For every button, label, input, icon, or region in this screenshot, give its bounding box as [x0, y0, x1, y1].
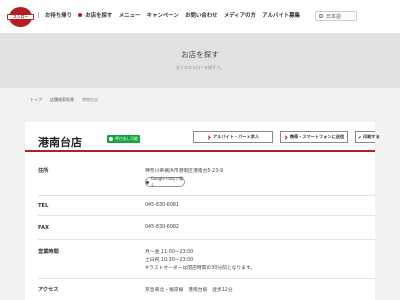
map-pin-icon	[145, 179, 150, 185]
tel-value[interactable]: 045-830-6081	[145, 203, 179, 208]
logo-text: スシロー	[7, 14, 34, 20]
chevron-right-icon	[283, 134, 288, 140]
nav-contact[interactable]: お問い合わせ	[185, 11, 217, 19]
job-listing-button[interactable]: アルバイト・パート求人	[193, 131, 273, 143]
hero-banner: お店を探す 近くのスシローを探そう。	[0, 33, 400, 88]
google-map-button[interactable]: Google mapで開く	[145, 176, 185, 187]
tel-label: TEL	[38, 203, 49, 209]
nav-separator	[38, 12, 39, 18]
nav-takeout[interactable]: お持ち帰り	[38, 11, 72, 19]
row-divider	[38, 195, 375, 196]
fax-label: FAX	[38, 225, 49, 231]
button-label: アルバイト・パート求人	[212, 134, 260, 139]
language-label: 日本語	[326, 13, 342, 20]
site-header: スシロー お持ち帰り お店を探す メニュー キャンペーン お問い合わせ メディア…	[0, 0, 400, 33]
store-name: 港南台店	[38, 136, 82, 149]
send-to-phone-button[interactable]: 携帯・スマートフォンに送信	[280, 131, 348, 143]
active-dot-icon	[78, 13, 83, 17]
address-value: 神奈川県横浜市港南区港南台5-23-9	[145, 169, 224, 174]
nav-recruit[interactable]: アルバイト募集	[262, 11, 300, 19]
nav-menu[interactable]: メニュー	[119, 11, 141, 19]
access-value: 京急東北・根岸線 港南台駅 徒歩12分	[145, 288, 233, 293]
page-title: お店を探す	[181, 50, 219, 59]
main-nav: お持ち帰り お店を探す メニュー キャンペーン お問い合わせ メディアの方 アル…	[38, 11, 306, 19]
row-divider	[38, 215, 375, 216]
nav-label: お問い合わせ	[185, 13, 218, 19]
row-divider	[38, 239, 375, 240]
store-card: 港南台店 呼び出し可能 アルバイト・パート求人 携帯・スマートフォンに送信 印刷…	[25, 122, 380, 300]
hours-note: ※ラストオーダーは閉店時間の30分前となります。	[145, 266, 256, 271]
breadcrumb-results[interactable]: 店舗検索結果	[50, 97, 74, 103]
chevron-right-icon	[206, 134, 211, 140]
language-select[interactable]: 日本語	[315, 11, 357, 21]
hours-weekend: 土日祝 10:30～23:00	[145, 258, 194, 263]
nav-label: アルバイト募集	[262, 13, 300, 19]
nav-label: キャンペーン	[146, 13, 179, 19]
title-divider	[25, 150, 375, 152]
breadcrumb-top[interactable]: トップ	[30, 97, 42, 103]
access-label: アクセス	[38, 287, 59, 293]
nav-campaign[interactable]: キャンペーン	[147, 11, 179, 19]
status-badge: 呼び出し可能	[107, 135, 140, 143]
button-label: 携帯・スマートフォンに送信	[289, 134, 345, 139]
chevron-right-icon	[358, 135, 361, 139]
nav-label: メディアの方	[223, 13, 256, 19]
hours-weekday: 月～金 11:00～23:00	[145, 250, 194, 255]
page-subtitle: 近くのスシローを探そう。	[176, 65, 224, 70]
status-badge-label: 呼び出し可能	[115, 136, 138, 141]
nav-store-search[interactable]: お店を探す	[78, 11, 112, 19]
breadcrumb: トップ 店舗検索結果 港南台店	[30, 97, 106, 103]
row-divider	[38, 278, 375, 279]
fax-value: 045-830-6082	[145, 225, 179, 230]
sushiro-logo[interactable]: スシロー	[7, 7, 34, 27]
status-dot-icon	[109, 137, 114, 141]
address-label: 住所	[38, 168, 49, 174]
button-label: 印刷する	[363, 134, 380, 139]
nav-label: お持ち帰り	[45, 13, 72, 19]
nav-label: メニュー	[118, 13, 141, 19]
nav-label: お店を探す	[85, 13, 113, 19]
hours-label: 営業時間	[38, 249, 59, 255]
print-button[interactable]: 印刷する	[355, 131, 380, 143]
globe-icon	[319, 14, 323, 18]
breadcrumb-current: 港南台店	[82, 97, 98, 102]
nav-media[interactable]: メディアの方	[224, 11, 256, 19]
map-button-label: Google mapで開く	[150, 176, 184, 187]
